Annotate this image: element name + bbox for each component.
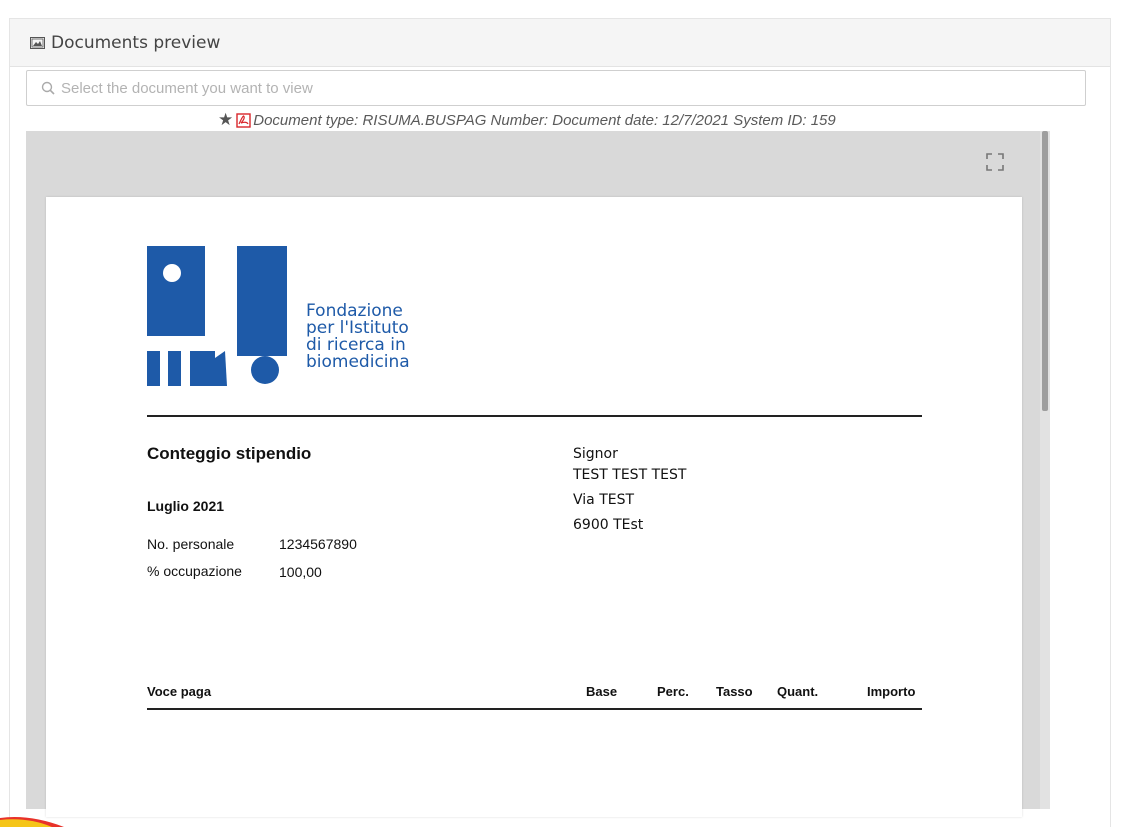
star-icon[interactable]: ★ (218, 110, 233, 130)
column-header-perc: Perc. (657, 684, 689, 699)
column-header-base: Base (586, 684, 618, 699)
document-info-text: Document type: RISUMA.BUSPAG Number: Doc… (253, 111, 836, 129)
panel-title: Documents preview (51, 32, 221, 53)
document-title: Conteggio stipendio (147, 444, 312, 463)
fullscreen-icon[interactable] (984, 151, 1006, 173)
column-header-importo: Importo (867, 684, 916, 699)
field-label-occupazione: % occupazione (147, 563, 242, 579)
field-label-personale: No. personale (147, 536, 235, 552)
field-value-occupazione: 100,00 (279, 564, 322, 580)
organization-name: Fondazione per l'Istituto di ricerca in … (306, 301, 410, 372)
viewer-scroll-thumb[interactable] (1042, 131, 1048, 411)
header-divider (147, 415, 922, 417)
column-header-quant: Quant. (777, 684, 819, 699)
search-input[interactable] (59, 78, 1085, 98)
address-street: Via TEST (573, 492, 635, 508)
field-value-personale: 1234567890 (279, 536, 357, 552)
pdf-icon[interactable] (236, 112, 251, 128)
recipient-address: Signor TEST TEST TEST Via TEST 6900 TEst (573, 444, 686, 536)
search-icon (41, 81, 55, 95)
column-header-voce-paga: Voce paga (147, 684, 212, 699)
image-icon (30, 36, 45, 49)
address-salutation: Signor (573, 446, 618, 462)
address-city: 6900 TEst (573, 517, 644, 533)
corner-decoration (0, 817, 64, 827)
document-month: Luglio 2021 (147, 498, 225, 514)
panel-header: Documents preview (10, 19, 1110, 67)
address-name: TEST TEST TEST (573, 467, 687, 483)
column-header-tasso: Tasso (716, 684, 753, 699)
document-search[interactable] (26, 70, 1086, 106)
table-header-divider (147, 708, 922, 710)
document-page: Fondazione per l'Istituto di ricerca in … (46, 197, 1022, 817)
document-info: ★ Document type: RISUMA.BUSPAG Number: D… (218, 109, 836, 131)
